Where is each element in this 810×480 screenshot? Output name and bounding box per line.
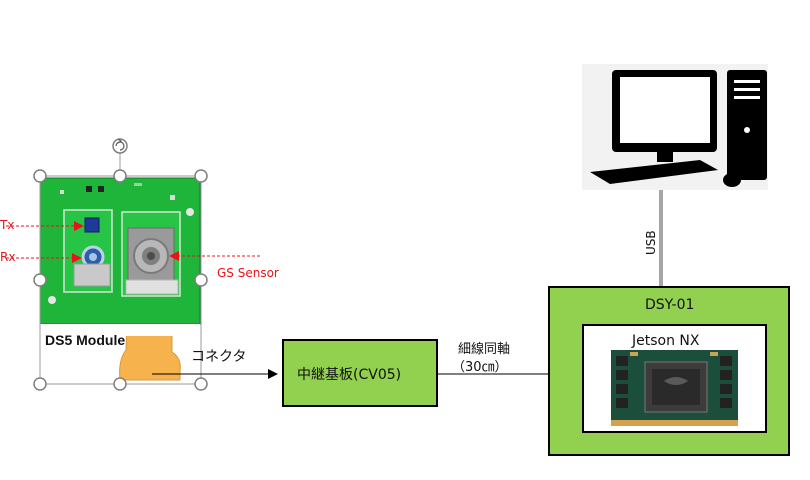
resize-handle — [33, 273, 47, 287]
resize-handle — [194, 377, 208, 391]
usb-line — [659, 190, 663, 287]
connector-label: コネクタ — [191, 349, 247, 365]
relay-board-label: 中継基板(CV05) — [297, 367, 402, 383]
tx-label: Tx — [0, 218, 15, 232]
resize-handle — [113, 169, 127, 183]
rx-label: Rx — [0, 250, 16, 264]
resize-handle — [194, 273, 208, 287]
jetson-label: Jetson NX — [632, 333, 700, 349]
resize-handle — [33, 377, 47, 391]
dsy-label: DSY-01 — [645, 297, 695, 313]
resize-handle — [194, 169, 208, 183]
module-name-label: DS5 Module — [45, 332, 126, 348]
resize-handle — [113, 377, 127, 391]
coax-label-line2: （30㎝） — [452, 360, 508, 375]
system-diagram — [6, 64, 790, 456]
ds5-module-image — [39, 177, 201, 381]
jetson-module-image — [611, 350, 738, 426]
usb-label: USB — [644, 230, 658, 255]
desktop-computer-icon — [582, 64, 768, 190]
rotate-handle-icon[interactable] — [112, 138, 128, 154]
coax-label-line1: 細線同軸 — [458, 342, 511, 357]
gs-sensor-label: GS Sensor — [217, 266, 279, 280]
resize-handle — [33, 169, 47, 183]
tx-chip — [84, 217, 100, 233]
